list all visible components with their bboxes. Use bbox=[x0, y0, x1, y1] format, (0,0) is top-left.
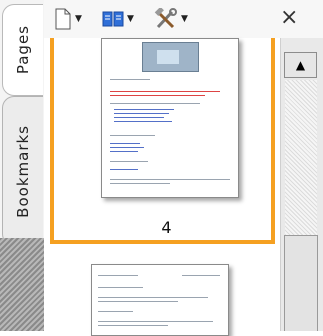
scroll-thumb[interactable] bbox=[284, 235, 318, 331]
page-number-label: 4 bbox=[161, 218, 172, 237]
book-options-button[interactable]: ▼ bbox=[102, 8, 134, 30]
scroll-up-button[interactable]: ▲ bbox=[284, 52, 317, 78]
tab-bookmarks-label: Bookmarks bbox=[14, 124, 32, 218]
page-icon bbox=[55, 8, 71, 30]
thumbnail-list[interactable]: 4 bbox=[44, 38, 280, 336]
close-button[interactable]: × bbox=[280, 5, 298, 31]
scroll-track[interactable] bbox=[285, 80, 317, 235]
pages-panel: Pages Bookmarks ▼ ▼ ▼ × 4 ▲ bbox=[0, 0, 323, 336]
thumbnail-image bbox=[142, 42, 199, 72]
tab-pages[interactable]: Pages bbox=[2, 4, 43, 96]
vertical-scrollbar[interactable]: ▲ bbox=[280, 38, 323, 331]
new-page-button[interactable]: ▼ bbox=[54, 8, 82, 30]
vertical-tab-strip: Pages Bookmarks bbox=[0, 0, 44, 331]
tab-bookmarks[interactable]: Bookmarks bbox=[2, 96, 43, 246]
chevron-down-icon: ▼ bbox=[75, 14, 82, 24]
chevron-down-icon: ▼ bbox=[181, 14, 188, 24]
selected-thumbnail-frame[interactable]: 4 bbox=[50, 38, 275, 244]
chevron-down-icon: ▼ bbox=[127, 14, 134, 24]
tab-pages-label: Pages bbox=[14, 25, 32, 75]
page-thumbnail[interactable] bbox=[91, 264, 229, 336]
tab-strip-background bbox=[0, 238, 44, 331]
tools-icon bbox=[154, 8, 177, 29]
page-thumbnail[interactable] bbox=[101, 38, 239, 198]
book-icon bbox=[102, 11, 124, 27]
tools-button[interactable]: ▼ bbox=[154, 8, 188, 30]
